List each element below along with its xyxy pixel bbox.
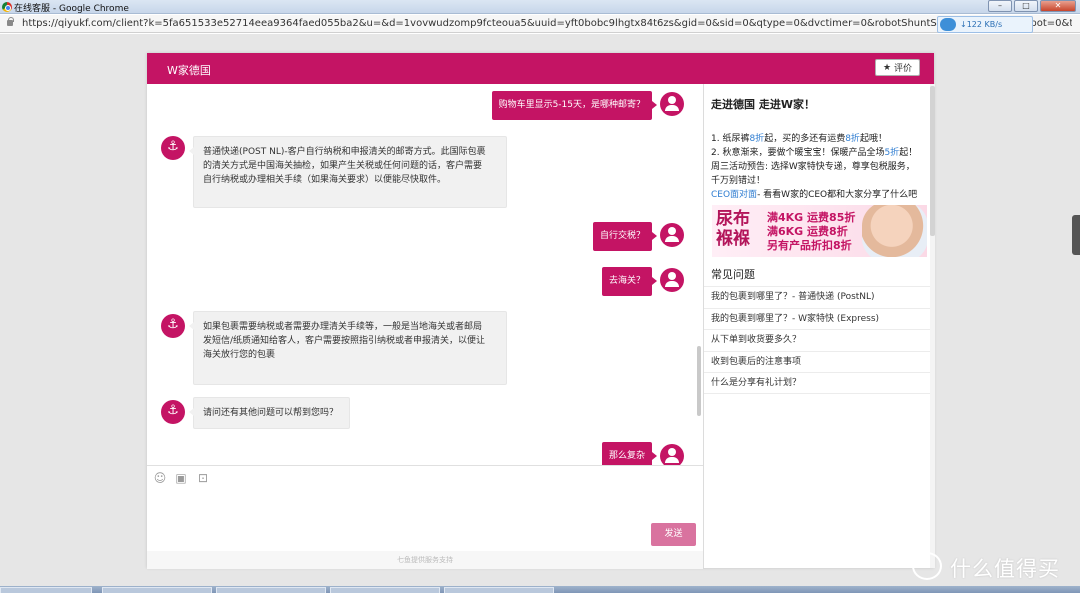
window-controls: – □ ✕ xyxy=(988,0,1076,12)
agent-message: 请问还有其他问题可以帮到您吗？ xyxy=(189,397,350,429)
agent-message-line: 的清关方式是中国海关抽检，如果产生关税或任何问题的话，客户需要 xyxy=(203,161,483,171)
agent-message-line: 请问还有其他问题可以帮到您吗？ xyxy=(203,408,339,418)
network-speed-widget: ↓122 KB/s xyxy=(937,16,1033,33)
chat-scrollbar[interactable] xyxy=(697,346,701,416)
promo-line: 1. 纸尿裤 xyxy=(711,134,750,144)
user-message: 自行交税？ xyxy=(592,222,658,251)
maximize-button[interactable]: □ xyxy=(1014,0,1038,12)
faq-title: 常见问题 xyxy=(711,268,755,281)
image-icon[interactable]: ▣ xyxy=(174,471,188,485)
send-button[interactable]: 发送 xyxy=(651,523,696,546)
address-bar[interactable]: https://qiyukf.com/client?k=5fa651533e52… xyxy=(0,15,1080,33)
watermark-text: 什么值得买 xyxy=(950,557,1060,581)
baby-image xyxy=(862,205,927,257)
cloud-icon xyxy=(940,18,956,31)
banner-offer: 另有产品折扣8折 xyxy=(767,239,852,252)
faq-item[interactable]: 什么是分享有礼计划？ xyxy=(704,372,930,394)
close-button[interactable]: ✕ xyxy=(1040,0,1076,12)
panel-scrollbar[interactable] xyxy=(930,84,935,568)
promo-discount[interactable]: 8折 xyxy=(845,134,860,144)
emoji-icon[interactable]: ☺ xyxy=(153,471,167,485)
rate-label: 评价 xyxy=(894,64,913,74)
taskbar-button[interactable] xyxy=(444,587,554,593)
agent-message-line: 普通快递(POST NL)-客户自行纳税和申报清关的邮寄方式。此国际包裹 xyxy=(203,147,486,157)
agent-message-line: 海关放行您的包裹 xyxy=(203,350,276,360)
info-panel: 走进德国 走进W家！ 1. 纸尿裤8折起，买的多还有运费8折起哦！ 2. 秋意渐… xyxy=(703,84,935,568)
taskbar xyxy=(0,586,1080,593)
agent-message-line: 自行纳税或办理相关手续（如果海关要求）以便能尽快取件。 xyxy=(203,175,447,185)
agent-message: 如果包裹需要纳税或者需要办理清关手续等，一般是当地海关或者邮局 发短信/纸质通知… xyxy=(189,311,507,385)
promo-text: 1. 纸尿裤8折起，买的多还有运费8折起哦！ 2. 秋意渐来，要做个暖宝宝！保暖… xyxy=(711,132,929,202)
minimize-button[interactable]: – xyxy=(988,0,1012,12)
banner-offer: 满6KG 运费8折 xyxy=(767,225,848,238)
promo-line: - 看看W家的CEO都和大家分享了什么吧 xyxy=(757,190,918,200)
user-message: 去海关？ xyxy=(601,267,658,296)
message-input[interactable] xyxy=(151,490,697,544)
taskbar-button[interactable] xyxy=(216,587,326,593)
promo-line: 起，买的多还有运费 xyxy=(764,134,846,144)
user-message: 购物车里显示5-15天，是哪种邮寄？ xyxy=(491,91,658,120)
agent-avatar xyxy=(161,314,185,338)
taskbar-button[interactable] xyxy=(0,587,92,593)
agent-message-line: 发短信/纸质通知给客人，客户需要按照指引纳税或者申报清关，以便让 xyxy=(203,336,486,346)
taskbar-button[interactable] xyxy=(330,587,440,593)
promo-line: 起！ xyxy=(899,148,918,158)
agent-message: 普通快递(POST NL)-客户自行纳税和申报清关的邮寄方式。此国际包裹 的清关… xyxy=(189,136,507,208)
promo-discount[interactable]: 5折 xyxy=(884,148,899,158)
panel-scroll-thumb[interactable] xyxy=(930,86,935,236)
promo-line: 起哦！ xyxy=(859,134,887,144)
ceo-link[interactable]: CEO面对面 xyxy=(711,190,757,200)
star-icon: ★ xyxy=(882,62,892,73)
faq-list: 我的包裹到哪里了？- 普通快递 (PostNL) 我的包裹到哪里了？- W家特快… xyxy=(704,286,930,394)
panel-title: 走进德国 走进W家！ xyxy=(711,98,815,111)
powered-by: 七鱼提供服务支持 xyxy=(147,551,703,569)
watermark: 什么值得买 xyxy=(912,551,1072,581)
user-avatar xyxy=(660,223,684,247)
user-message: 那么复杂 xyxy=(601,442,658,465)
user-avatar xyxy=(660,268,684,292)
url-text[interactable]: https://qiyukf.com/client?k=5fa651533e52… xyxy=(22,18,1072,29)
faq-item[interactable]: 从下单到收货要多久？ xyxy=(704,329,930,351)
faq-item[interactable]: 我的包裹到哪里了？- W家特快 (Express) xyxy=(704,307,930,330)
file-upload-icon[interactable]: ⊡ xyxy=(196,471,210,485)
promo-banner[interactable]: 尿布褓褓 满4KG 运费85折 满6KG 运费8折 另有产品折扣8折 xyxy=(712,205,927,257)
chrome-icon xyxy=(2,2,12,12)
rate-button[interactable]: ★ 评价 xyxy=(875,59,920,76)
taskbar-button[interactable] xyxy=(102,587,212,593)
agent-avatar xyxy=(161,400,185,424)
banner-offers: 满4KG 运费85折 满6KG 运费8折 另有产品折扣8折 xyxy=(767,211,855,253)
agent-avatar xyxy=(161,136,185,160)
promo-line: 2. 秋意渐来，要做个暖宝宝！保暖产品全场 xyxy=(711,148,885,158)
lock-icon xyxy=(7,17,14,26)
input-area: ☺ ▣ ⊡ 发送 七鱼提供服务支持 xyxy=(147,465,703,569)
faq-item[interactable]: 我的包裹到哪里了？- 普通快递 (PostNL) xyxy=(704,286,930,308)
faq-item[interactable]: 收到包裹后的注意事项 xyxy=(704,350,930,373)
promo-discount[interactable]: 8折 xyxy=(749,134,764,144)
watermark-logo-icon xyxy=(912,552,942,580)
widget-header: W家德国 ★ 评价 xyxy=(147,53,934,84)
banner-offer: 满4KG 运费85折 xyxy=(767,211,856,224)
promo-line: 周三活动预告: 选择W家特快专递，尊享包税服务， xyxy=(711,162,915,172)
window-titlebar: 在线客服 - Google Chrome – □ ✕ xyxy=(0,0,1080,14)
window-title: 在线客服 - Google Chrome xyxy=(14,4,129,14)
network-speed: ↓122 KB/s xyxy=(960,20,1003,29)
user-avatar xyxy=(660,444,684,465)
side-handle[interactable] xyxy=(1072,215,1080,255)
user-avatar xyxy=(660,92,684,116)
brand-title: W家德国 xyxy=(167,64,211,77)
banner-title: 尿布褓褓 xyxy=(716,209,750,249)
agent-message-line: 如果包裹需要纳税或者需要办理清关手续等，一般是当地海关或者邮局 xyxy=(203,322,483,332)
chat-widget: W家德国 ★ 评价 购物车里显示5-15天，是哪种邮寄？ 普通快递(POST N… xyxy=(147,53,935,569)
promo-line: 千万别错过！ xyxy=(711,176,766,186)
chat-messages[interactable]: 购物车里显示5-15天，是哪种邮寄？ 普通快递(POST NL)-客户自行纳税和… xyxy=(147,84,703,465)
